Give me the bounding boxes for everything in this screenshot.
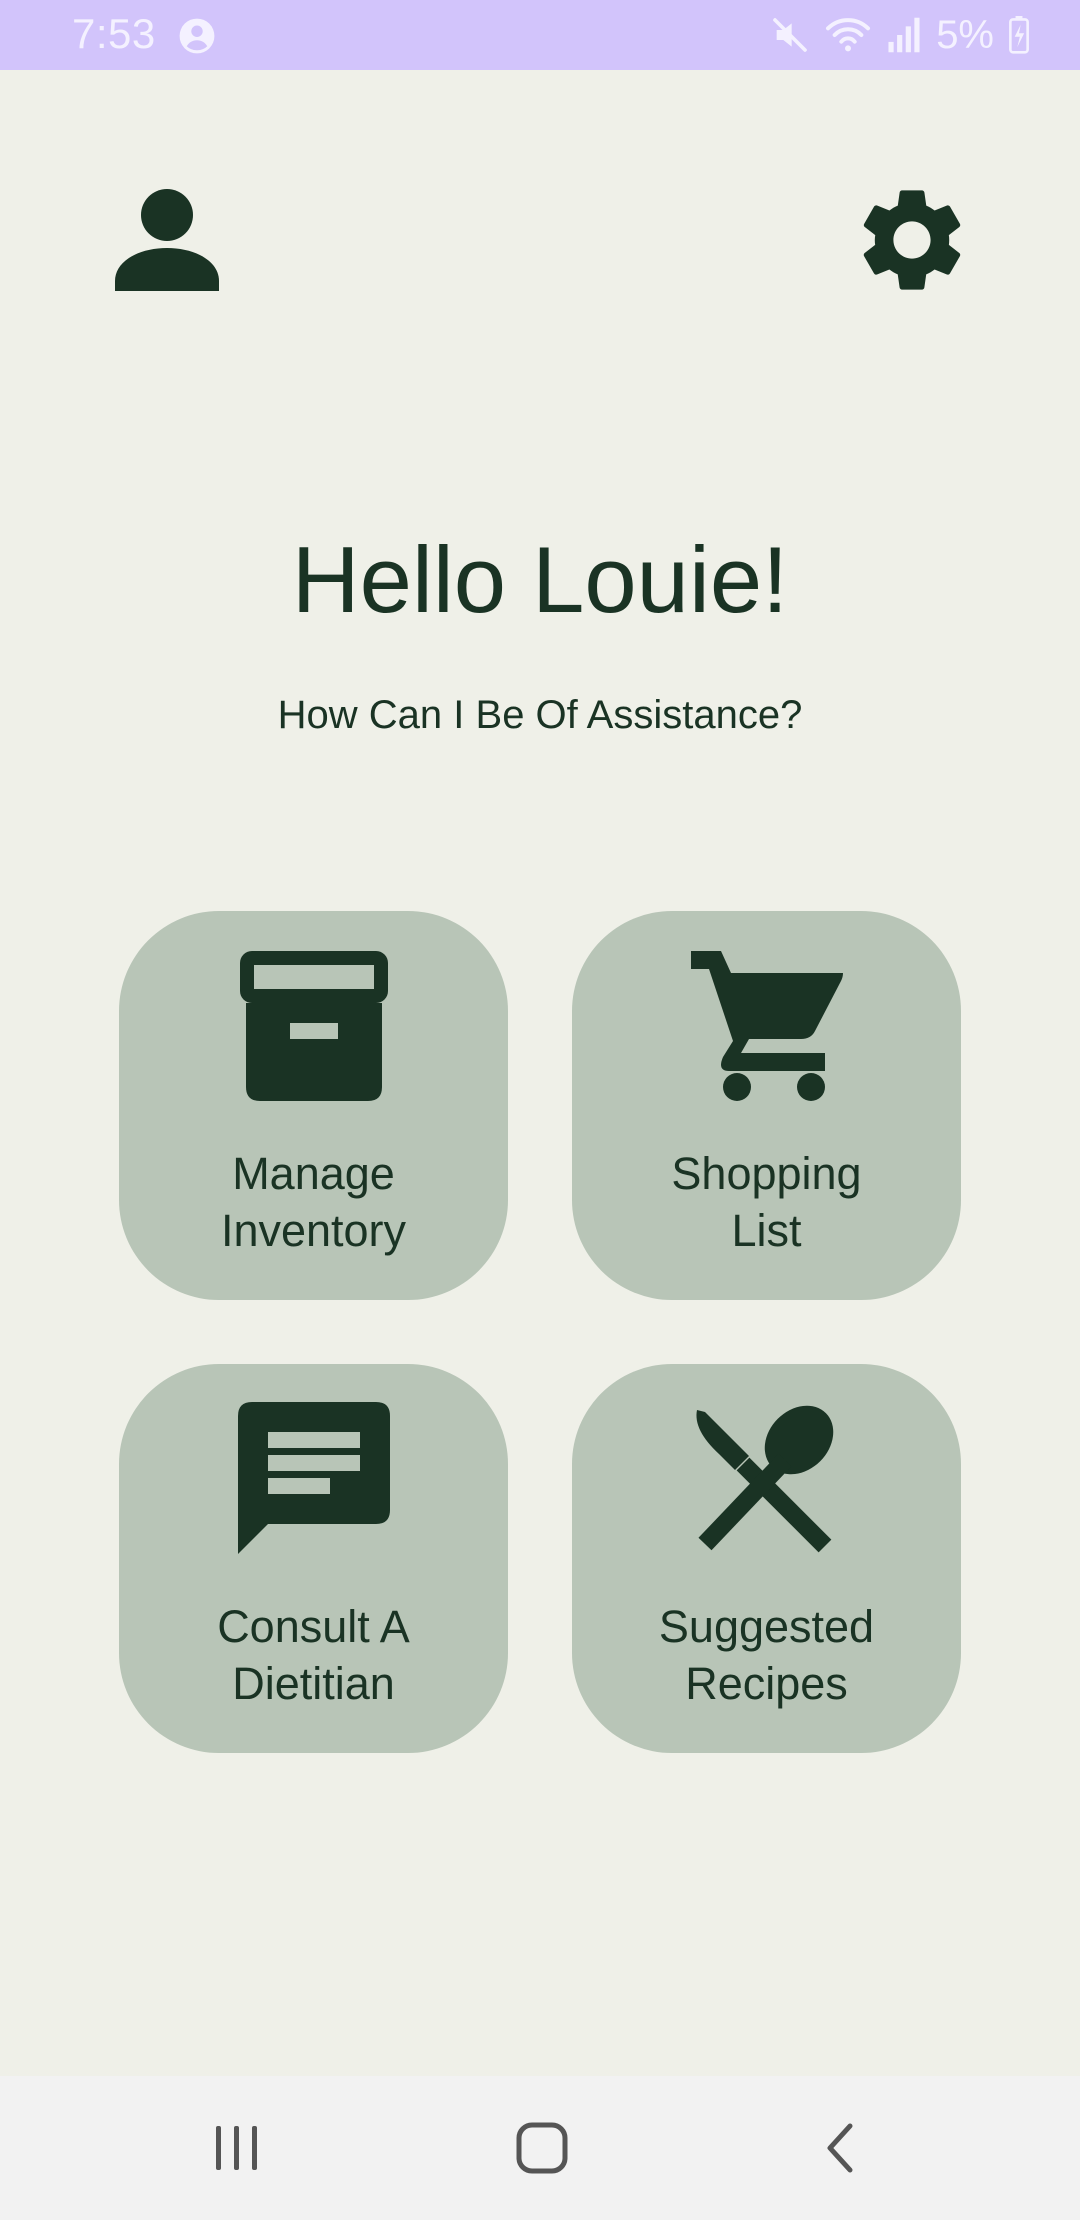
shopping-list-button[interactable]: Shopping List <box>572 911 961 1300</box>
consult-dietitian-label: Consult A Dietitian <box>217 1601 410 1709</box>
home-icon <box>516 2122 568 2174</box>
battery-percent: 5% <box>936 12 994 57</box>
account-circle-icon <box>178 17 216 60</box>
recents-button[interactable] <box>212 2118 262 2183</box>
home-button[interactable] <box>514 2118 570 2183</box>
status-indicators: 5% <box>770 12 1030 58</box>
back-icon <box>827 2123 853 2173</box>
consult-dietitian-button[interactable]: Consult A Dietitian <box>119 1364 508 1753</box>
shopping-cart-icon <box>690 951 843 1101</box>
settings-button[interactable] <box>850 178 974 307</box>
shopping-list-label: Shopping List <box>671 1148 862 1256</box>
battery-charging-icon <box>1008 16 1030 54</box>
gear-icon <box>863 190 961 290</box>
back-button[interactable] <box>820 2118 860 2183</box>
archive-box-icon <box>239 951 388 1101</box>
manage-inventory-label: Manage Inventory <box>220 1148 407 1256</box>
mute-icon <box>770 15 810 55</box>
status-time: 7:53 <box>72 10 156 57</box>
manage-inventory-button[interactable]: Manage Inventory <box>119 911 508 1300</box>
navigation-bar <box>0 2076 1080 2220</box>
recents-icon <box>216 2126 257 2170</box>
wifi-icon <box>824 15 872 55</box>
signal-icon <box>886 16 922 54</box>
greeting-subtitle: How Can I Be Of Assistance? <box>277 693 803 737</box>
knife-spoon-icon <box>695 1405 833 1553</box>
chat-message-icon <box>237 1402 390 1554</box>
person-icon <box>115 189 219 291</box>
status-bar: 7:53 5% <box>0 0 1080 70</box>
profile-button[interactable] <box>115 185 219 296</box>
greeting-title: Hello Louie! <box>291 527 789 632</box>
suggested-recipes-button[interactable]: Suggested Recipes <box>572 1364 961 1753</box>
suggested-recipes-label: Suggested Recipes <box>658 1601 875 1709</box>
